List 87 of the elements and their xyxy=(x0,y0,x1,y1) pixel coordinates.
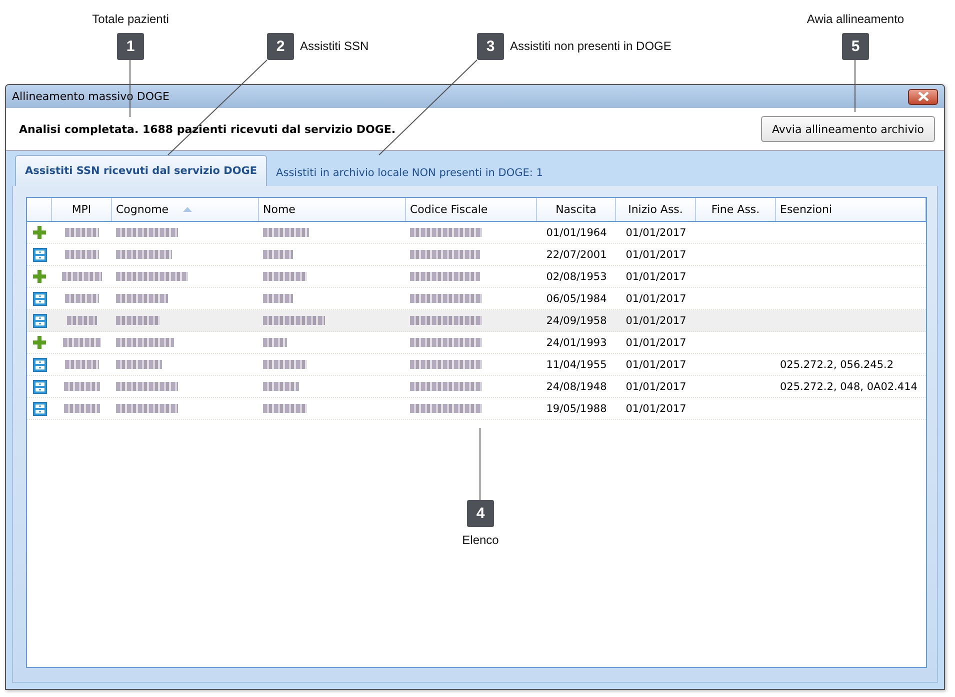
pixelated-text xyxy=(116,338,174,347)
pixelated-text xyxy=(64,382,100,391)
pixelated-text xyxy=(263,404,307,413)
table-cell: 01/01/2017 xyxy=(626,336,686,348)
pixelated-text xyxy=(116,294,168,303)
callout-label: Totale pazienti xyxy=(92,12,169,26)
table-cell: 025.272.2, 048, 0A02.414 xyxy=(780,380,918,392)
pixelated-text xyxy=(263,360,307,369)
callout-number: 5 xyxy=(842,33,869,60)
table-cell: 025.272.2, 056.245.2 xyxy=(780,358,894,370)
pixelated-text xyxy=(64,404,100,413)
table-cell: 24/08/1948 xyxy=(546,380,607,392)
pixelated-text xyxy=(63,338,101,347)
column-header[interactable]: Esenzioni xyxy=(776,198,926,221)
callout-number: 4 xyxy=(467,500,494,527)
column-header[interactable]: Cognome xyxy=(112,198,259,221)
pixelated-text xyxy=(263,228,309,237)
pixelated-text xyxy=(67,316,97,325)
column-header[interactable]: Nome xyxy=(259,198,406,221)
pixelated-text xyxy=(116,404,178,413)
callout-label: Elenco xyxy=(462,533,499,547)
table-cell: 01/01/2017 xyxy=(626,402,686,414)
table-cell: 06/05/1984 xyxy=(546,292,607,304)
table-cell: 24/01/1993 xyxy=(546,336,607,348)
pixelated-text xyxy=(65,228,99,237)
pixelated-text xyxy=(410,294,482,303)
table-row[interactable]: 19/05/1988 01/01/2017 xyxy=(27,398,926,420)
table-cell: 01/01/2017 xyxy=(626,380,686,392)
callout-number: 1 xyxy=(117,33,144,60)
column-header[interactable]: Nascita xyxy=(537,198,616,221)
pixelated-text xyxy=(410,250,480,259)
table-cell: 01/01/2017 xyxy=(626,314,686,326)
pixelated-text xyxy=(410,316,482,325)
pixelated-text xyxy=(263,272,307,281)
pixelated-text xyxy=(263,294,293,303)
pixelated-text xyxy=(410,404,482,413)
table-row[interactable]: 11/04/1955 01/01/2017 025.272.2, 056.245.2 xyxy=(27,354,926,376)
callout-number: 3 xyxy=(477,33,504,60)
table-cell: 01/01/2017 xyxy=(626,248,686,260)
pixelated-text xyxy=(116,272,188,281)
table-row[interactable]: 22/07/2001 01/01/2017 xyxy=(27,244,926,266)
tab[interactable]: Assistiti SSN ricevuti dal servizio DOGE xyxy=(15,155,268,186)
table-row[interactable]: 24/01/1993 01/01/2017 xyxy=(27,332,926,354)
table-cell: 02/08/1953 xyxy=(546,270,607,282)
close-button[interactable] xyxy=(908,88,938,104)
pixelated-text xyxy=(263,382,299,391)
table-row[interactable]: 24/09/1958 01/01/2017 xyxy=(27,310,926,332)
pixelated-text xyxy=(410,228,482,237)
close-icon xyxy=(918,92,928,101)
pixelated-text xyxy=(116,316,160,325)
column-header[interactable]: Fine Ass. xyxy=(696,198,776,221)
pixelated-text xyxy=(410,360,482,369)
callout-number: 2 xyxy=(267,33,294,60)
table-cell: 01/01/2017 xyxy=(626,358,686,370)
column-header[interactable]: Inizio Ass. xyxy=(616,198,696,221)
table-cell: 11/04/1955 xyxy=(546,358,607,370)
table-cell: 22/07/2001 xyxy=(546,248,607,260)
table-cell: 01/01/1964 xyxy=(546,226,607,238)
table-row[interactable]: 01/01/1964 01/01/2017 xyxy=(27,222,926,244)
pixelated-text xyxy=(65,360,99,369)
pixelated-text xyxy=(65,294,99,303)
pixelated-text xyxy=(65,250,99,259)
pixelated-text xyxy=(263,250,293,259)
pixelated-text xyxy=(116,360,162,369)
tab[interactable]: Assistiti in archivio locale NON presenti in DOGE: 1 xyxy=(267,160,552,186)
pixelated-text xyxy=(263,316,325,325)
column-header[interactable]: Codice Fiscale xyxy=(406,198,537,221)
table-row[interactable]: 02/08/1953 01/01/2017 xyxy=(27,266,926,288)
table-cell: 01/01/2017 xyxy=(626,226,686,238)
callout-label: Assistiti non presenti in DOGE xyxy=(510,39,672,53)
column-header[interactable]: MPI xyxy=(52,198,112,221)
callout-label: Assistiti SSN xyxy=(300,39,369,53)
start-alignment-button[interactable]: Avvia allineamento archivio xyxy=(761,116,935,142)
pixelated-text xyxy=(116,382,178,391)
pixelated-text xyxy=(410,382,482,391)
table-row[interactable]: 24/08/1948 01/01/2017 025.272.2, 048, 0A02.414 xyxy=(27,376,926,398)
table-cell: 01/01/2017 xyxy=(626,270,686,282)
pixelated-text xyxy=(410,338,482,347)
callout-label: Awia allineamento xyxy=(806,12,904,26)
pixelated-text xyxy=(410,272,480,281)
pixelated-text xyxy=(116,228,178,237)
table-cell: 24/09/1958 xyxy=(546,314,607,326)
pixelated-text xyxy=(116,250,172,259)
table-cell: 01/01/2017 xyxy=(626,292,686,304)
pixelated-text xyxy=(62,272,102,281)
pixelated-text xyxy=(263,338,287,347)
table-cell: 19/05/1988 xyxy=(546,402,607,414)
